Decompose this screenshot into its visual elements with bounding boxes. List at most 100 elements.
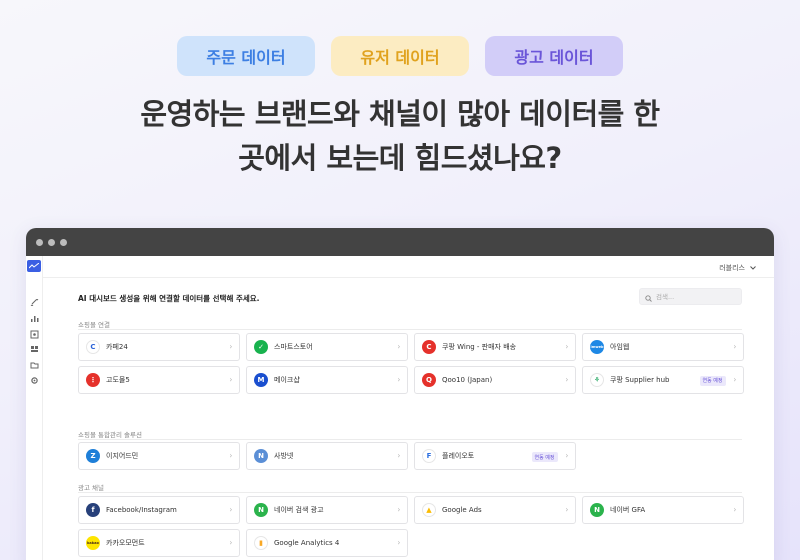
connector-card[interactable]: ▲ Google Ads › <box>414 496 576 524</box>
connector-card[interactable]: Q Qoo10 (Japan) › <box>414 365 576 394</box>
godomall-icon: ⋮ <box>86 372 100 387</box>
headline: 운영하는 브랜드와 채널이 많아 데이터를 한 곳에서 보는데 힘드셨나요? <box>0 92 800 180</box>
section-title-ads: 광고 채널 <box>78 484 104 492</box>
workspace-selector[interactable]: 러블리스 <box>719 263 756 273</box>
chevron-right-icon: › <box>397 451 401 460</box>
chevron-right-icon: › <box>229 342 233 351</box>
connector-label: 플레이오토 <box>442 452 475 460</box>
chevron-right-icon: › <box>397 505 401 514</box>
chevron-right-icon: › <box>229 374 233 384</box>
connector-card[interactable]: N 네이버 검색 광고 › <box>246 496 408 524</box>
chevron-right-icon: › <box>565 342 569 351</box>
bar-chart-icon[interactable] <box>30 314 39 323</box>
facebook-icon: f <box>86 503 100 517</box>
data-type-pills: 주문 데이터 유저 데이터 광고 데이터 <box>0 36 800 76</box>
connector-label: 쿠팡 Supplier hub <box>610 375 670 384</box>
connector-card[interactable]: Z 이지어드민 › <box>78 442 240 470</box>
window-dot-icon[interactable] <box>60 238 67 246</box>
user-data-pill: 유저 데이터 <box>331 36 469 76</box>
connector-label: 이지어드민 <box>106 452 139 460</box>
connector-label: 네이버 검색 광고 <box>274 506 324 514</box>
scan-icon[interactable] <box>30 330 39 339</box>
sabangnet-icon: N <box>254 449 268 463</box>
connector-label: 카페24 <box>106 343 128 351</box>
connector-label: 사방넷 <box>274 452 294 460</box>
intro-text: AI 대시보드 생성을 위해 연결할 데이터를 선택해 주세요. <box>78 294 260 303</box>
integration-solution-grid: Z 이지어드민 › N 사방넷 › F 플레이오토 연동 예정 › <box>78 442 742 470</box>
workspace-name: 러블리스 <box>719 264 745 272</box>
search-input[interactable] <box>656 292 736 301</box>
window-dot-icon[interactable] <box>36 238 43 246</box>
imweb-icon: imweb <box>590 340 604 354</box>
chevron-down-icon <box>750 264 756 272</box>
app-window: 러블리스 AI 대시보드 생성을 위해 연결할 데이터를 선택해 주세요. 쇼핑… <box>26 228 774 560</box>
chevron-right-icon: › <box>733 342 737 351</box>
section-divider <box>78 329 742 330</box>
connector-card[interactable]: N 사방넷 › <box>246 442 408 470</box>
naver-search-ad-icon: N <box>254 503 268 517</box>
sidebar <box>26 256 43 560</box>
chevron-right-icon: › <box>397 537 401 547</box>
connector-card[interactable]: imweb 아임웹 › <box>582 333 744 361</box>
chevron-right-icon: › <box>733 505 737 514</box>
chevron-right-icon: › <box>733 374 737 384</box>
connector-label: 고도몰5 <box>106 375 130 384</box>
chevron-right-icon: › <box>229 505 233 514</box>
section-title-shopping: 쇼핑몰 연결 <box>78 321 110 329</box>
connector-label: 스마트스토어 <box>274 343 313 351</box>
connector-label: 쿠팡 Wing - 판매자 배송 <box>442 343 517 351</box>
connector-card[interactable]: f Facebook/Instagram › <box>78 496 240 524</box>
window-dot-icon[interactable] <box>48 238 55 246</box>
chevron-right-icon: › <box>565 374 569 384</box>
connector-card[interactable]: ✓ 스마트스토어 › <box>246 333 408 361</box>
ezadmin-icon: Z <box>86 449 100 463</box>
chevron-right-icon: › <box>397 374 401 384</box>
connector-card[interactable]: N 네이버 GFA › <box>582 496 744 524</box>
connector-label: Facebook/Instagram <box>106 506 177 514</box>
connector-card[interactable]: kakao 카카오모먼트 › <box>78 528 240 557</box>
cafe24-icon: C <box>86 340 100 354</box>
section-divider <box>78 439 742 440</box>
google-analytics-icon: ▮ <box>254 535 268 550</box>
connector-card[interactable]: M 메이크샵 › <box>246 365 408 394</box>
coming-soon-badge: 연동 예정 <box>531 452 558 462</box>
coupang-supplier-icon: ⚘ <box>590 372 604 387</box>
connector-card[interactable]: C 카페24 › <box>78 333 240 361</box>
google-ads-icon: ▲ <box>422 503 436 517</box>
folder-icon[interactable] <box>30 361 39 370</box>
shopping-mall-grid: C 카페24 › ✓ 스마트스토어 › C 쿠팡 Wing - 판매자 배송 › imweb 아임웹… <box>78 333 744 394</box>
chevron-right-icon: › <box>229 451 233 460</box>
settings-icon[interactable] <box>30 376 39 385</box>
top-bar: 러블리스 <box>43 256 774 278</box>
connector-label: 카카오모먼트 <box>106 538 145 547</box>
qoo10-icon: Q <box>422 372 436 387</box>
connector-label: Qoo10 (Japan) <box>442 375 493 384</box>
link-icon[interactable] <box>30 298 39 307</box>
dashboard-icon[interactable] <box>30 345 39 354</box>
headline-line-2: 곳에서 보는데 힘드셨나요? <box>238 141 562 175</box>
connector-card[interactable]: F 플레이오토 연동 예정 › <box>414 442 576 470</box>
playauto-icon: F <box>422 449 436 463</box>
connector-label: Google Analytics 4 <box>274 538 340 547</box>
chevron-right-icon: › <box>565 505 569 514</box>
coming-soon-badge: 연동 예정 <box>699 375 726 386</box>
search-box[interactable] <box>639 288 742 305</box>
chevron-right-icon: › <box>397 342 401 351</box>
search-icon <box>645 287 652 306</box>
makeshop-icon: M <box>254 372 268 387</box>
ad-channel-grid: f Facebook/Instagram › N 네이버 검색 광고 › ▲ Google A… <box>78 496 744 557</box>
connector-card[interactable]: C 쿠팡 Wing - 판매자 배송 › <box>414 333 576 361</box>
headline-line-1: 운영하는 브랜드와 채널이 많아 데이터를 한 <box>140 97 660 131</box>
connector-card[interactable]: ▮ Google Analytics 4 › <box>246 528 408 557</box>
connector-label: 아임웹 <box>610 343 630 351</box>
connector-card[interactable]: ⚘ 쿠팡 Supplier hub 연동 예정 › <box>582 365 744 394</box>
coupang-wing-icon: C <box>422 340 436 354</box>
section-title-integration: 쇼핑몰 통합관리 솔루션 <box>78 431 142 439</box>
connector-card[interactable]: ⋮ 고도몰5 › <box>78 365 240 394</box>
connector-label: Google Ads <box>442 506 482 514</box>
chevron-right-icon: › <box>565 451 569 460</box>
ad-data-pill: 광고 데이터 <box>485 36 623 76</box>
window-titlebar <box>26 228 774 256</box>
app-logo-icon[interactable] <box>27 260 41 272</box>
naver-gfa-icon: N <box>590 503 604 517</box>
